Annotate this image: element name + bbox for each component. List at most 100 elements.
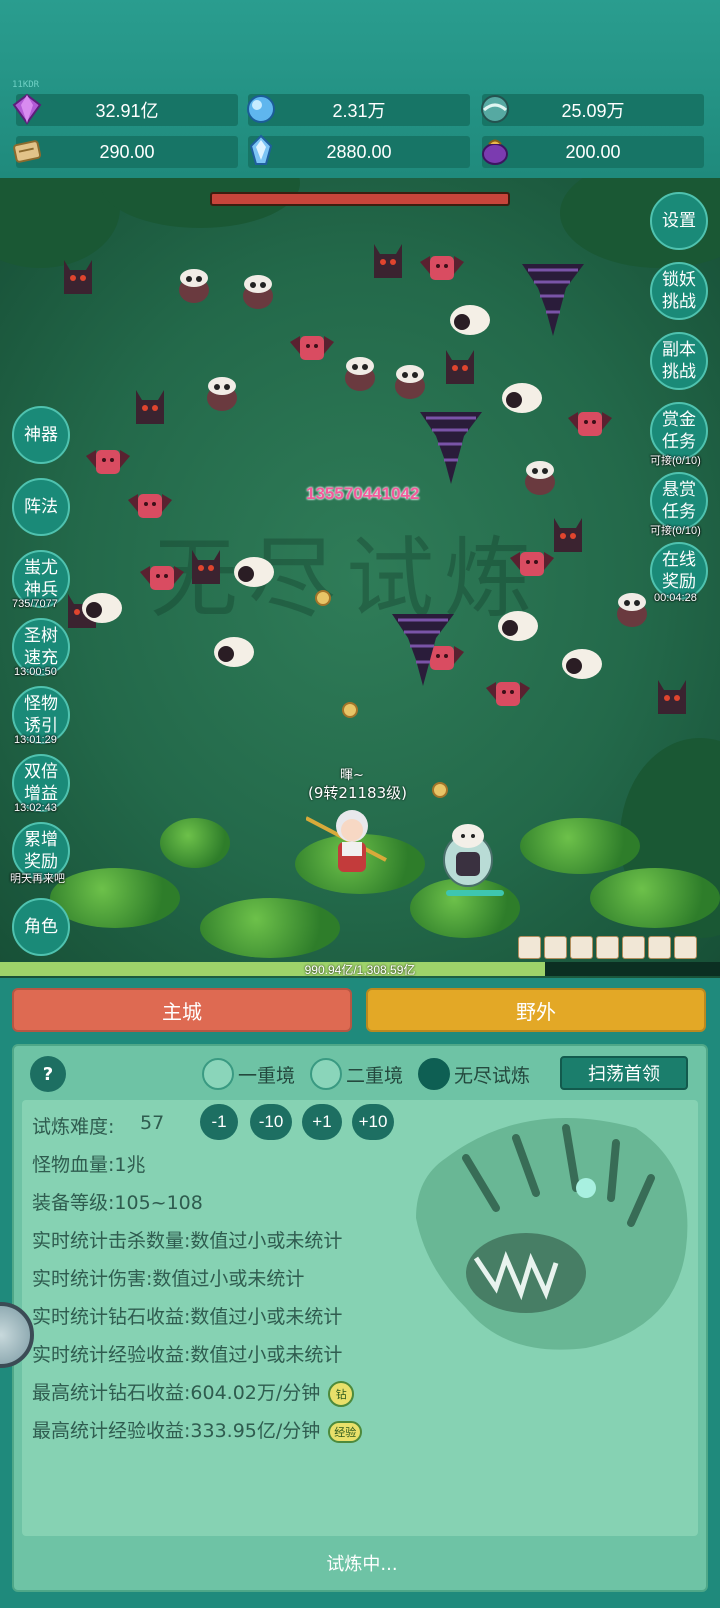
enemy-fluffy-sheep [500,378,542,418]
bush [520,818,640,874]
enemy-penguin [390,362,430,402]
hero-name: 暉~ [340,768,364,783]
skill-slot[interactable] [518,936,541,959]
dungeon-challenge-button[interactable]: 副本挑战 [650,332,708,390]
enemy-penguin [340,354,380,394]
equipment-level: 装备等级:105~108 [32,1192,203,1214]
bush [590,868,720,928]
mode-option-endless[interactable]: 无尽试炼 [418,1058,530,1090]
enemy-red-bat [486,674,530,714]
realtime-kills: 实时统计击杀数量:数值过小或未统计 [32,1230,343,1252]
realtime-damage: 实时统计伤害:数值过小或未统计 [32,1268,305,1290]
mode-option-level-1[interactable]: 一重境 [202,1058,295,1090]
enemy-fluffy-sheep [80,588,122,628]
best-exp-income: 最高统计经验收益:333.95亿/分钟 经验 [32,1416,363,1443]
boss-health-bar [210,192,510,206]
bounty-quest-count: 可接(0/10) [650,455,701,467]
demon-lock-challenge-button[interactable]: 锁妖挑战 [650,262,708,320]
coin-drop [315,590,331,606]
purple-gem-icon [12,93,42,125]
skill-slot[interactable] [648,936,671,959]
radio-circle[interactable] [202,1058,234,1090]
enemy-shadow-demon [186,544,226,584]
difficulty-minus-10-button[interactable]: -10 [250,1104,292,1140]
tab-main-city[interactable]: 主城 [12,988,352,1032]
realtime-exp-income: 实时统计经验收益:数值过小或未统计 [32,1344,343,1366]
coin-drop [342,702,358,718]
magic-pot-icon [482,139,508,165]
enemy-red-bat [510,544,554,584]
vortex-effect [392,614,454,686]
monster-lure-timer: 13:01:29 [14,734,57,746]
trial-panel: ? 一重境 二重境 无尽试炼 扫荡首领 试炼难度: 57 -1 -10 +1 +… [12,1044,708,1592]
skill-slot[interactable] [544,936,567,959]
battlefield[interactable]: 无尽试炼 135570441042 暉~ (9转21183级) [0,178,720,978]
tab-wild[interactable]: 野外 [366,988,706,1032]
enemy-fluffy-sheep [560,644,602,684]
realtime-diamond-income: 实时统计钻石收益:数值过小或未统计 [32,1306,343,1328]
enemy-fluffy-sheep [496,606,538,646]
resource-crystals: 2.31万 [248,94,470,126]
blue-crystal-icon [247,95,275,123]
radio-circle-selected[interactable] [418,1058,450,1090]
enemy-shadow-demon [368,238,408,278]
monster-hp: 怪物血量:1兆 [32,1154,146,1176]
enemy-red-bat [86,442,130,482]
double-buff-timer: 13:02:43 [14,802,57,814]
enemy-shadow-demon [652,674,692,714]
enemy-red-bat [140,558,184,598]
enemy-red-bat [290,328,334,368]
bush [160,818,230,868]
resource-bar: 11KDR 32.91亿 2.31万 25.09万 290.00 2880.00… [0,0,720,178]
trial-status: 试炼中... [326,1554,398,1575]
difficulty-value: 57 [140,1112,165,1134]
diamond-badge-icon: 钻 [328,1380,355,1407]
radio-circle[interactable] [310,1058,342,1090]
skill-slot[interactable] [570,936,593,959]
enemy-penguin [238,272,278,312]
artifact-button[interactable]: 神器 [12,406,70,464]
experience-text: 990.94亿/1,308.59亿 [304,963,416,977]
chiyou-weapon-progress: 735/7077 [12,598,58,610]
enemy-shadow-demon [58,254,98,294]
enemy-red-bat [128,486,172,526]
skill-slot[interactable] [622,936,645,959]
skill-slot[interactable] [596,936,619,959]
enemy-red-bat [420,248,464,288]
skill-slot[interactable] [674,936,697,959]
enemy-red-bat [568,404,612,444]
scroll-icon [13,140,42,163]
difficulty-minus-1-button[interactable]: -1 [200,1104,238,1140]
resource-pots: 200.00 [482,136,704,168]
coin-drop [432,782,448,798]
hero-character [306,810,387,872]
holy-tree-timer: 13:00:50 [14,666,57,678]
enemy-shadow-demon [130,384,170,424]
spirit-orb-icon [481,95,509,123]
cumulative-reward-status: 明天再来吧 [10,873,65,885]
difficulty-plus-10-button[interactable]: +10 [352,1104,394,1140]
sweep-boss-button[interactable]: 扫荡首领 [560,1056,688,1090]
tiger-illustration [416,1118,688,1350]
mode-option-level-2[interactable]: 二重境 [310,1058,403,1090]
resource-gems: 32.91亿 [16,94,238,126]
fps-counter: 11KDR [12,80,40,90]
difficulty-plus-1-button[interactable]: +1 [302,1104,342,1140]
enemy-penguin [174,266,214,306]
enemy-penguin [202,374,242,414]
ice-shard-icon [249,134,273,165]
exp-badge-icon: 经验 [328,1420,363,1443]
resource-ice: 2880.00 [248,136,470,168]
enemy-fluffy-sheep [212,632,254,672]
resource-scrolls: 290.00 [16,136,238,168]
settings-button[interactable]: 设置 [650,192,708,250]
bottom-panel: 主城 野外 ? 一重境 二重境 无尽试炼 扫荡首领 试炼难度: 57 -1 -1… [0,978,720,1608]
bush [50,868,180,928]
reward-quest-count: 可接(0/10) [650,525,701,537]
formation-button[interactable]: 阵法 [12,478,70,536]
enemy-shadow-demon [548,512,588,552]
help-button[interactable]: ? [30,1056,66,1092]
character-button[interactable]: 角色 [12,898,70,956]
vortex-effect [420,412,482,484]
enemy-penguin [520,458,560,498]
